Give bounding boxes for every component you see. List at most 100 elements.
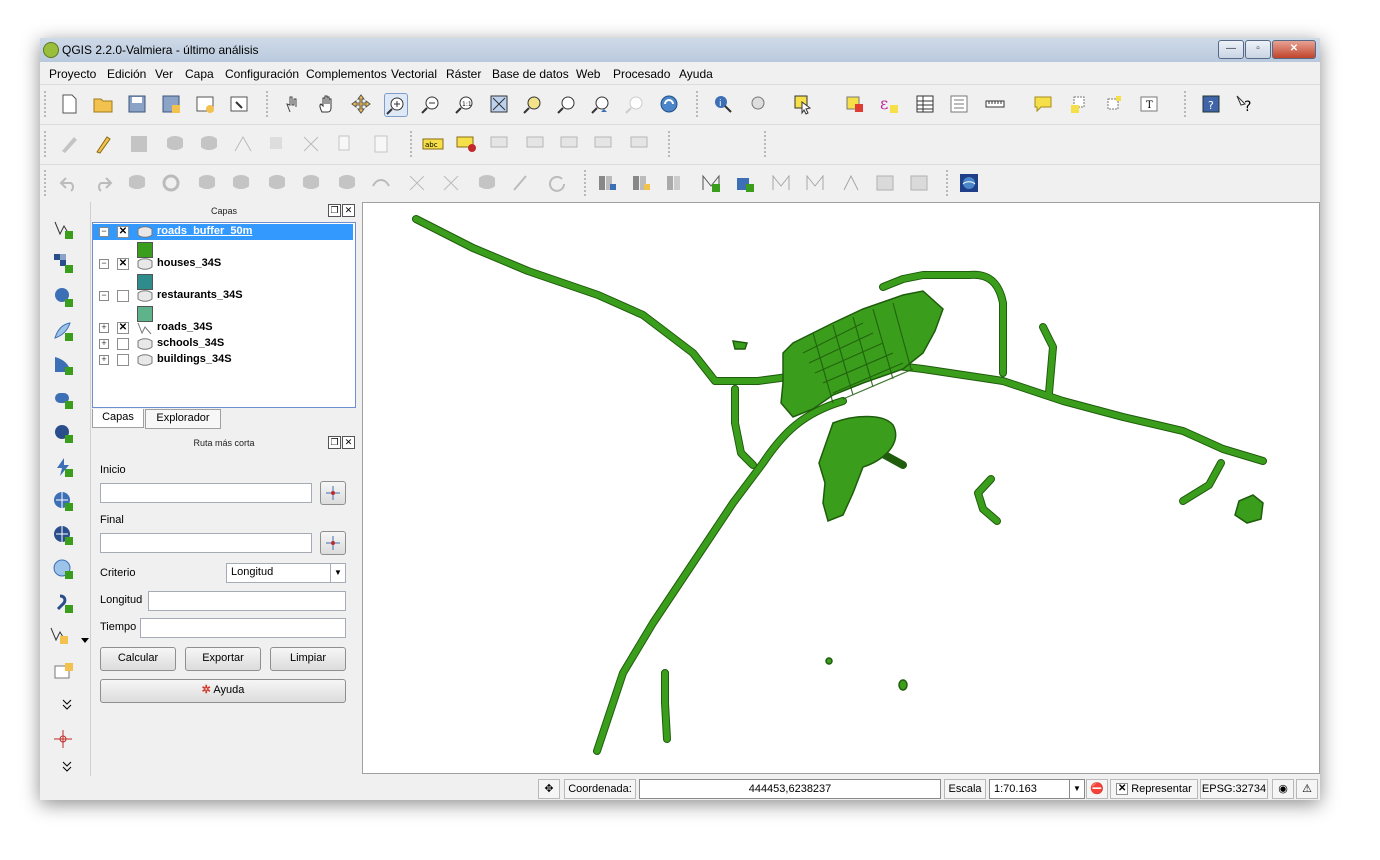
zoom-full-icon[interactable] <box>488 93 510 115</box>
zoom-in-icon[interactable] <box>384 93 408 117</box>
chevron-down-icon[interactable]: ▼ <box>330 564 345 582</box>
render-toggle[interactable]: ✕ Representar <box>1110 779 1198 799</box>
start-point-field[interactable] <box>100 483 312 503</box>
pick-start-point-button[interactable] <box>320 481 346 505</box>
text-annotation-icon[interactable]: T <box>1138 93 1160 115</box>
add-db2-layer-icon[interactable] <box>52 422 74 444</box>
map-tips-icon[interactable] <box>1032 93 1054 115</box>
select-by-expression-icon[interactable]: ε <box>878 93 900 115</box>
menu-ayuda[interactable]: Ayuda <box>679 67 713 81</box>
current-edits-icon[interactable] <box>58 133 80 155</box>
undo-icon[interactable] <box>58 172 80 194</box>
chevron-down-icon[interactable]: ▼ <box>1069 780 1084 798</box>
change-label-icon[interactable] <box>630 133 652 155</box>
tab-capas[interactable]: Capas <box>92 409 144 428</box>
refresh-icon[interactable] <box>658 93 680 115</box>
length-field[interactable] <box>148 591 346 611</box>
identify-icon[interactable]: i <box>712 93 734 115</box>
toolbar-grip[interactable] <box>266 91 272 117</box>
attribute-table-icon[interactable] <box>914 93 936 115</box>
save-as-icon[interactable] <box>160 93 182 115</box>
pan-to-selection-icon[interactable] <box>350 93 372 115</box>
zoom-to-layer-icon[interactable] <box>522 93 544 115</box>
show-hide-labels-icon[interactable] <box>526 133 548 155</box>
toolbar-grip[interactable] <box>696 91 702 117</box>
zoom-last-icon[interactable] <box>590 93 612 115</box>
field-calculator-icon[interactable] <box>948 93 970 115</box>
new-shapefile-icon[interactable] <box>48 624 70 646</box>
toggle-extents-icon[interactable]: ✥ <box>538 779 560 799</box>
toolbar-grip[interactable] <box>44 131 50 157</box>
collapse-icon[interactable]: − <box>99 227 109 237</box>
add-oracle-layer-icon[interactable] <box>52 388 74 410</box>
close-panel-button[interactable]: ✕ <box>342 204 355 217</box>
scale-combobox[interactable]: 1:70.163 ▼ <box>989 779 1085 799</box>
add-gpx-layer-icon[interactable] <box>52 592 74 614</box>
cut-features-icon[interactable] <box>300 133 322 155</box>
vector-geoprocessing-icon[interactable] <box>770 172 792 194</box>
layer-row-buildings[interactable]: + buildings_34S <box>93 352 353 368</box>
menu-raster[interactable]: Ráster <box>446 67 481 81</box>
add-wcs-layer-icon[interactable] <box>52 490 74 512</box>
add-feature-icon[interactable] <box>164 133 186 155</box>
toolbar-grip[interactable] <box>946 170 952 196</box>
criterion-select[interactable]: Longitud ▼ <box>226 563 346 583</box>
add-postgis-layer-icon[interactable] <box>52 286 74 308</box>
vector-geometry-icon[interactable] <box>804 172 826 194</box>
menu-ver[interactable]: Ver <box>155 67 173 81</box>
help-button[interactable]: ✲ Ayuda <box>100 679 346 703</box>
move-feature-icon[interactable] <box>198 133 220 155</box>
offset-curve-icon[interactable] <box>370 172 392 194</box>
add-vector-layer-icon[interactable] <box>52 218 74 240</box>
add-raster-layer-icon[interactable] <box>52 252 74 274</box>
delete-part-icon[interactable] <box>300 172 322 194</box>
more-tools-chevron-icon[interactable] <box>56 694 72 716</box>
select-features-icon[interactable] <box>792 93 814 115</box>
toolbar-grip[interactable] <box>44 91 50 117</box>
split-features-icon[interactable] <box>406 172 428 194</box>
paste-features-icon[interactable] <box>370 133 392 155</box>
reshape-features-icon[interactable] <box>336 172 358 194</box>
zoom-next-icon[interactable] <box>624 93 646 115</box>
move-label-icon[interactable] <box>560 133 582 155</box>
delete-selected-icon[interactable] <box>266 133 288 155</box>
raster-calculator-icon[interactable] <box>874 172 896 194</box>
toolbar-grip[interactable] <box>668 131 674 157</box>
crs-button[interactable]: EPSG:32734 <box>1200 779 1268 799</box>
menu-base-de-datos[interactable]: Base de datos <box>492 67 569 81</box>
zoom-out-icon[interactable] <box>420 93 442 115</box>
end-point-field[interactable] <box>100 533 312 553</box>
export-button[interactable]: Exportar <box>185 647 261 671</box>
merge-attributes-icon[interactable] <box>510 172 532 194</box>
new-print-composer-icon[interactable] <box>194 93 216 115</box>
vector-research-icon[interactable] <box>734 172 756 194</box>
toolbar-grip[interactable] <box>584 170 590 196</box>
copy-features-icon[interactable] <box>334 133 356 155</box>
menu-complementos[interactable]: Complementos <box>306 67 387 81</box>
toggle-editing-icon[interactable] <box>92 133 114 155</box>
pin-labels-icon[interactable] <box>456 133 478 155</box>
menu-vectorial[interactable]: Vectorial <box>391 67 437 81</box>
menu-edicion[interactable]: Edición <box>107 67 146 81</box>
expand-icon[interactable]: + <box>99 323 109 333</box>
rotate-label-icon[interactable] <box>594 133 616 155</box>
add-ring-icon[interactable] <box>160 172 182 194</box>
expand-icon[interactable]: + <box>99 355 109 365</box>
layer-visibility-checkbox[interactable]: ✕ <box>117 322 129 334</box>
add-wms-layer-icon[interactable] <box>52 456 74 478</box>
simplify-feature-icon[interactable] <box>126 172 148 194</box>
node-tool-icon[interactable] <box>232 133 254 155</box>
pick-end-point-button[interactable] <box>320 531 346 555</box>
render-checkbox[interactable]: ✕ <box>1116 783 1129 796</box>
deselect-features-icon[interactable] <box>844 93 866 115</box>
float-panel-button[interactable]: ❐ <box>328 204 341 217</box>
highlight-pinned-labels-icon[interactable] <box>490 133 512 155</box>
stop-rendering-icon[interactable]: ⛔ <box>1086 779 1108 799</box>
vector-analysis-icon[interactable] <box>700 172 722 194</box>
raster-info-icon[interactable] <box>908 172 930 194</box>
close-panel-button[interactable]: ✕ <box>342 436 355 449</box>
menu-configuracion[interactable]: Configuración <box>225 67 299 81</box>
coordinate-capture-icon[interactable] <box>52 728 74 750</box>
layer-row-schools[interactable]: + schools_34S <box>93 336 353 352</box>
close-button[interactable]: ✕ <box>1272 40 1316 59</box>
